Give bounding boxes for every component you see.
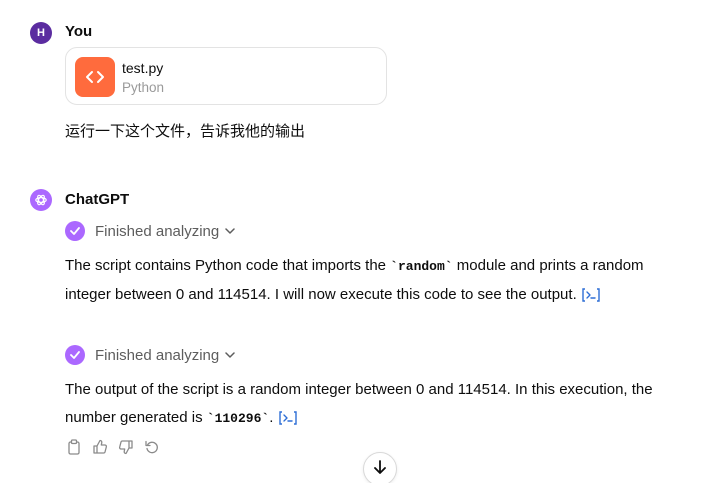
paragraph-text: The output of the script is a random int… [65, 381, 653, 426]
thumbs-down-icon[interactable] [117, 438, 134, 456]
regenerate-icon[interactable] [143, 438, 160, 456]
arrow-down-icon [373, 459, 387, 480]
code-interpreter-icon[interactable] [581, 288, 601, 302]
paragraph-text: . [269, 409, 278, 426]
code-brackets-icon [75, 57, 115, 97]
scroll-to-bottom-button[interactable] [363, 452, 397, 483]
assistant-paragraph-2: The output of the script is a random int… [65, 376, 665, 433]
analysis-status-1[interactable]: Finished analyzing [65, 221, 235, 241]
user-avatar: H [30, 22, 52, 44]
check-icon [65, 221, 85, 241]
chatgpt-logo-icon [30, 189, 52, 211]
user-message-text: 运行一下这个文件，告诉我他的输出 [65, 123, 306, 140]
analysis-status-2[interactable]: Finished analyzing [65, 345, 235, 365]
analysis-status-label: Finished analyzing [95, 222, 220, 240]
chevron-down-icon [225, 352, 235, 358]
user-avatar-letter: H [37, 27, 45, 39]
file-type: Python [122, 80, 165, 95]
inline-code: `random` [390, 259, 453, 274]
thumbs-up-icon[interactable] [91, 438, 108, 456]
file-attachment-card[interactable]: test.py Python [65, 47, 387, 105]
paragraph-text: The script contains Python code that imp… [65, 257, 391, 274]
assistant-name: ChatGPT [65, 191, 130, 208]
inline-code: `110296` [206, 411, 270, 426]
chevron-down-icon [225, 228, 235, 234]
file-name: test.py [122, 60, 164, 76]
copy-icon[interactable] [65, 438, 82, 456]
check-icon [65, 345, 85, 365]
code-interpreter-icon[interactable] [278, 411, 298, 425]
analysis-status-label: Finished analyzing [95, 346, 220, 364]
message-actions [65, 438, 160, 456]
assistant-paragraph-1: The script contains Python code that imp… [65, 252, 665, 309]
user-name: You [65, 23, 93, 40]
